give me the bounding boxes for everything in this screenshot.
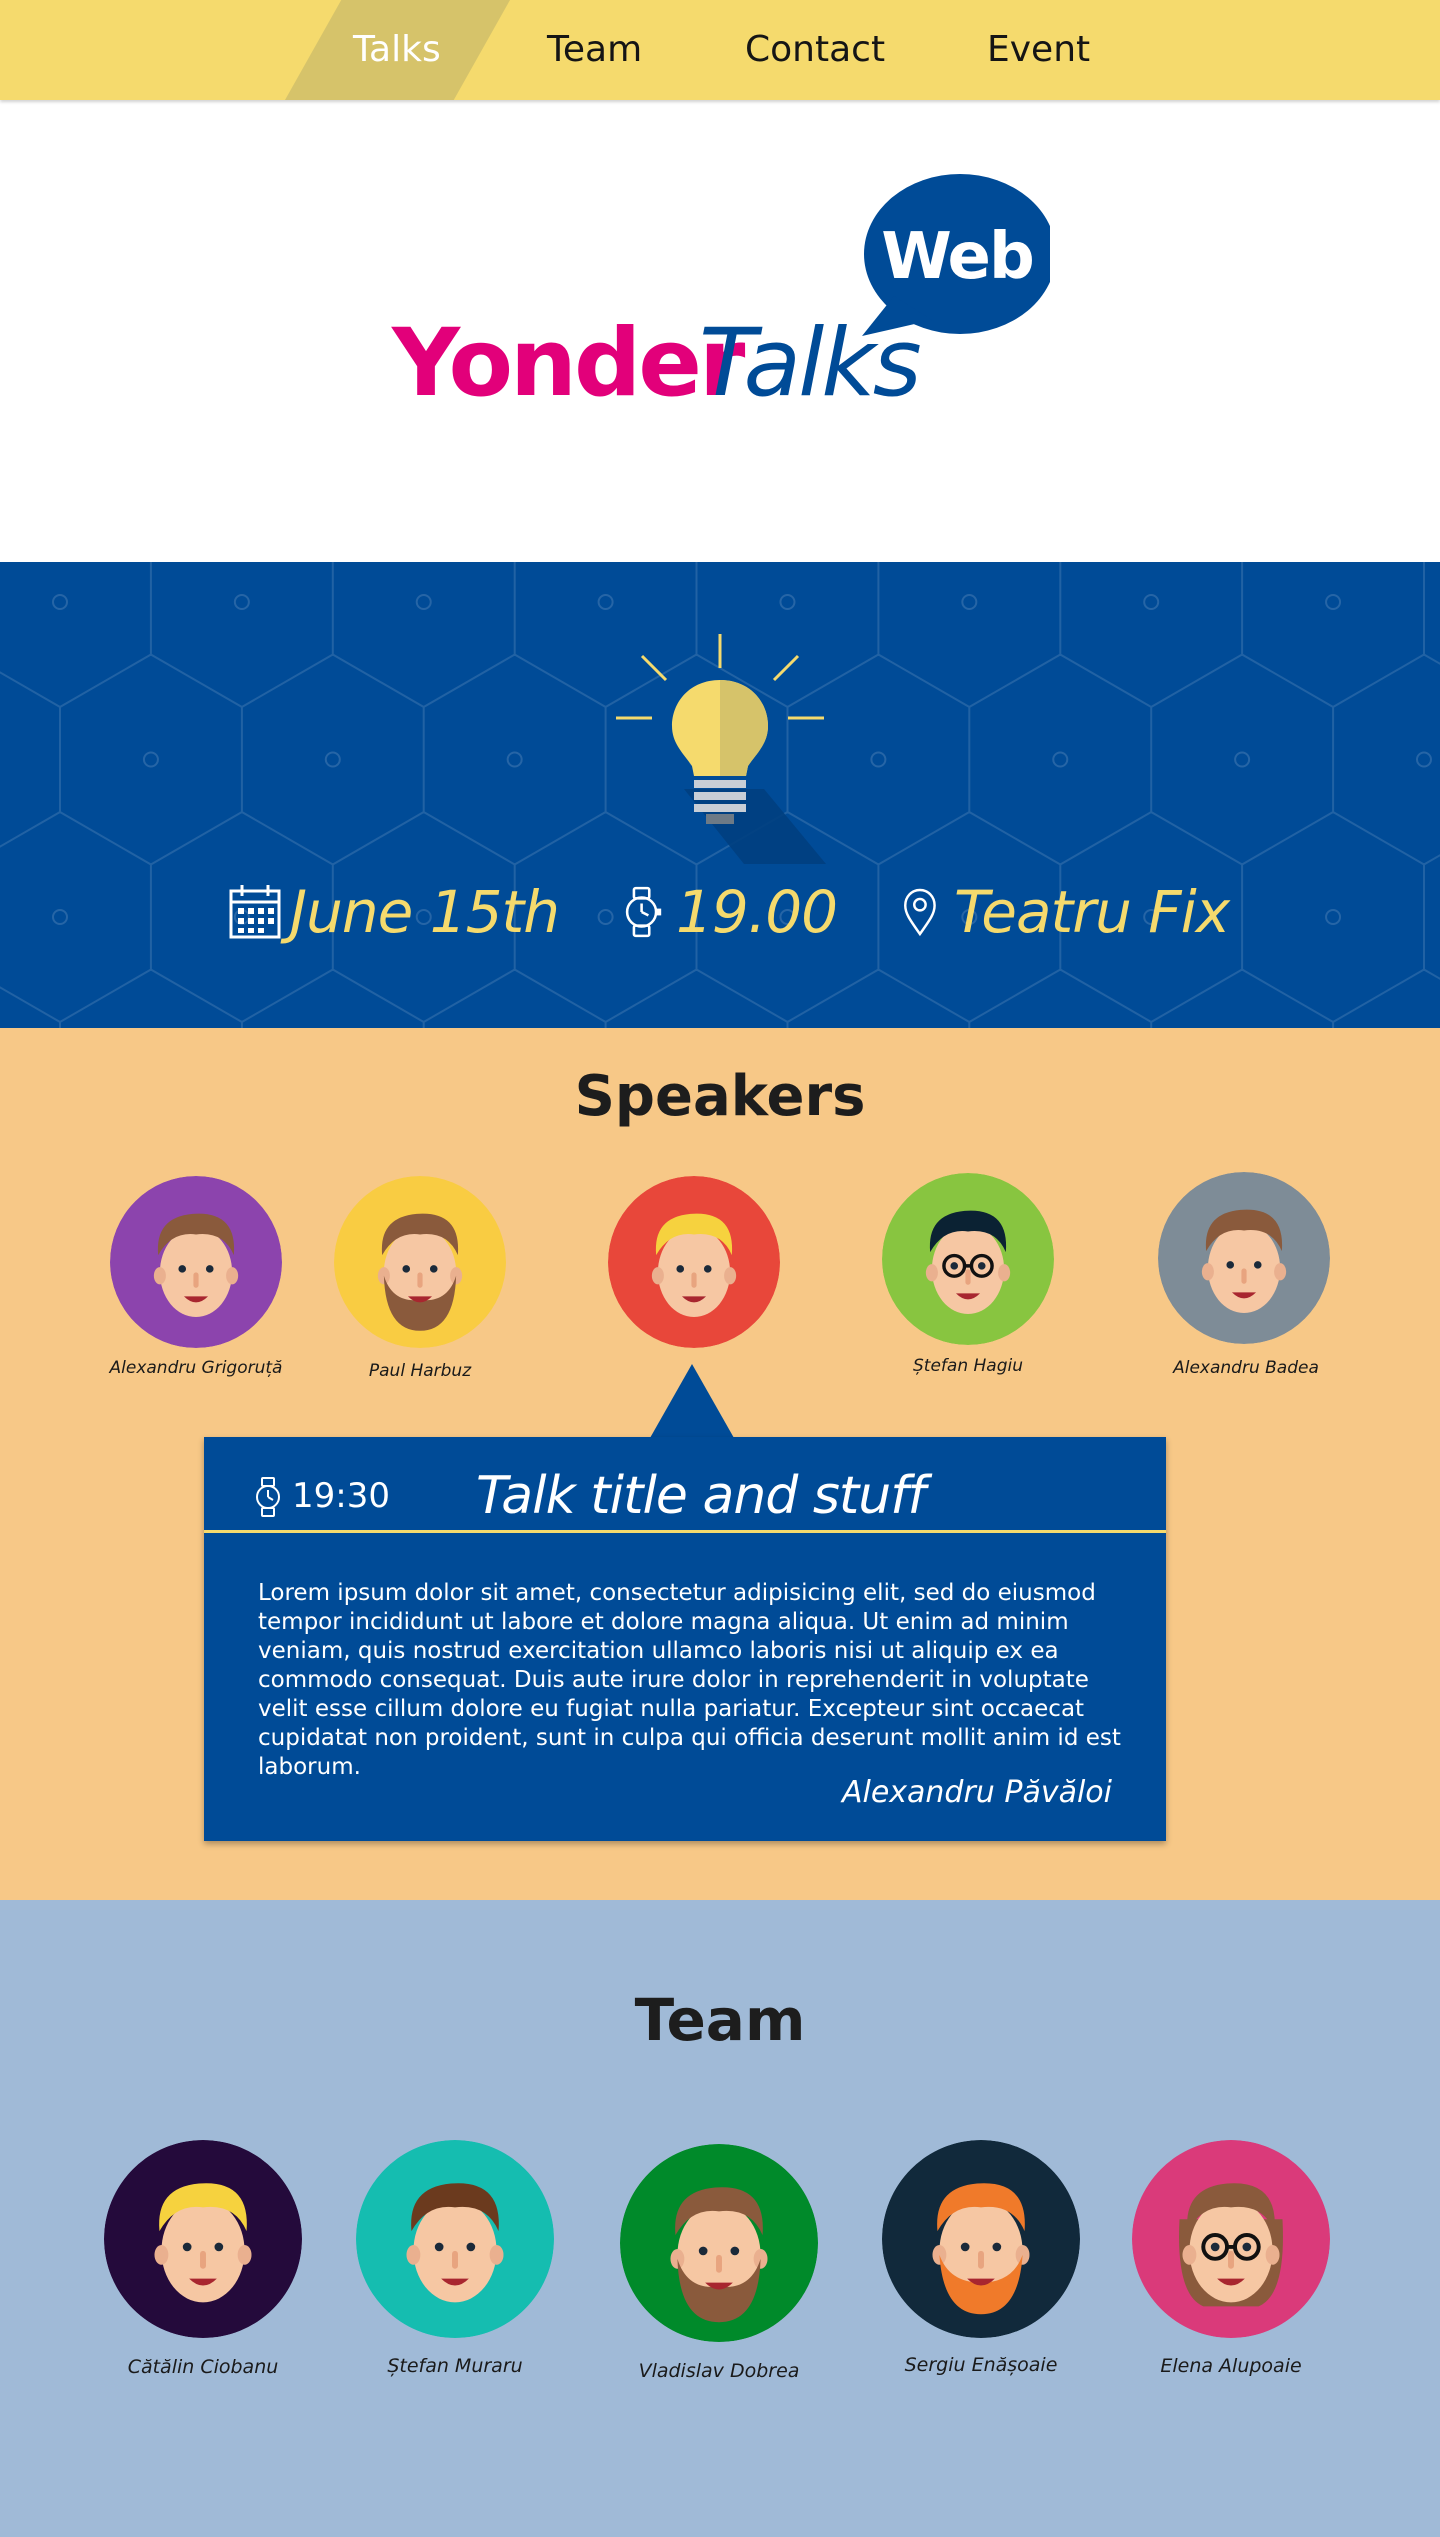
event-location: Teatru Fix xyxy=(902,872,1230,952)
watch-icon xyxy=(256,1477,280,1517)
avatar-speaker-2[interactable] xyxy=(334,1176,506,1348)
speakers-title: Speakers xyxy=(574,1064,866,1129)
speaker-name: Ștefan Hagiu xyxy=(913,1356,1023,1376)
avatar-speaker-1[interactable] xyxy=(110,1176,282,1348)
team-section: Team Cătălin Ciobanu Ștefan Muraru Vladi… xyxy=(0,1900,1440,2537)
avatar-speaker-5[interactable] xyxy=(1158,1172,1330,1344)
speaker-name: Alexandru Grigoruță xyxy=(109,1358,283,1378)
team-title: Team xyxy=(634,1986,806,2054)
nav-item-team[interactable]: Team xyxy=(547,0,642,100)
team-member-name: Vladislav Dobrea xyxy=(638,2360,800,2382)
nav-item-event[interactable]: Event xyxy=(987,0,1090,100)
logo-yonder-text: Yonder xyxy=(392,309,745,418)
talk-card: 19:30 Talk title and stuff Lorem ipsum d… xyxy=(204,1437,1166,1841)
talk-divider xyxy=(204,1530,1166,1533)
nav-item-talks[interactable]: Talks xyxy=(353,0,441,100)
event-date-text: June 15th xyxy=(290,878,560,946)
avatar-speaker-4[interactable] xyxy=(882,1173,1054,1345)
talk-time: 19:30 xyxy=(292,1476,390,1516)
avatar-team-5[interactable] xyxy=(1132,2140,1330,2338)
talk-title: Talk title and stuff xyxy=(476,1466,926,1526)
avatar-team-1[interactable] xyxy=(104,2140,302,2338)
event-time-text: 19.00 xyxy=(676,878,838,946)
nav-item-contact[interactable]: Contact xyxy=(745,0,885,100)
talk-description: Lorem ipsum dolor sit amet, consectetur … xyxy=(258,1580,1121,1780)
team-member-name: Elena Alupoaie xyxy=(1160,2355,1302,2377)
event-date: June 15th xyxy=(228,872,560,952)
map-pin-icon xyxy=(904,888,936,937)
speaker-name: Paul Harbuz xyxy=(368,1361,472,1381)
watch-icon xyxy=(625,886,662,938)
header: Yonder Talks Web xyxy=(0,100,1440,562)
team-member-name: Sergiu Enășoaie xyxy=(904,2354,1058,2376)
event-location-text: Teatru Fix xyxy=(954,878,1230,946)
talk-author: Alexandru Păvăloi xyxy=(841,1775,1112,1810)
calendar-icon xyxy=(229,885,281,939)
logo-web-text: Web xyxy=(881,220,1035,294)
avatar-team-2[interactable] xyxy=(356,2140,554,2338)
team-member-name: Cătălin Ciobanu xyxy=(127,2356,279,2378)
avatar-speaker-3[interactable] xyxy=(608,1176,780,1348)
avatar-team-4[interactable] xyxy=(882,2140,1080,2338)
top-nav: Talks Team Contact Event xyxy=(0,0,1440,100)
speakers-section: Speakers Alexandru Grigoruță Paul Harbuz… xyxy=(0,1028,1440,1900)
lightbulb-icon xyxy=(616,634,826,864)
talk-card-pointer xyxy=(650,1364,734,1438)
yonder-talks-logo: Yonder Talks Web xyxy=(392,174,1052,434)
event-info-band: June 15th 19.00 Teatru Fix xyxy=(0,562,1440,1028)
speaker-name: Alexandru Badea xyxy=(1173,1358,1319,1378)
team-member-name: Ștefan Muraru xyxy=(387,2355,523,2377)
avatar-team-3[interactable] xyxy=(620,2144,818,2342)
event-time: 19.00 xyxy=(622,872,838,952)
